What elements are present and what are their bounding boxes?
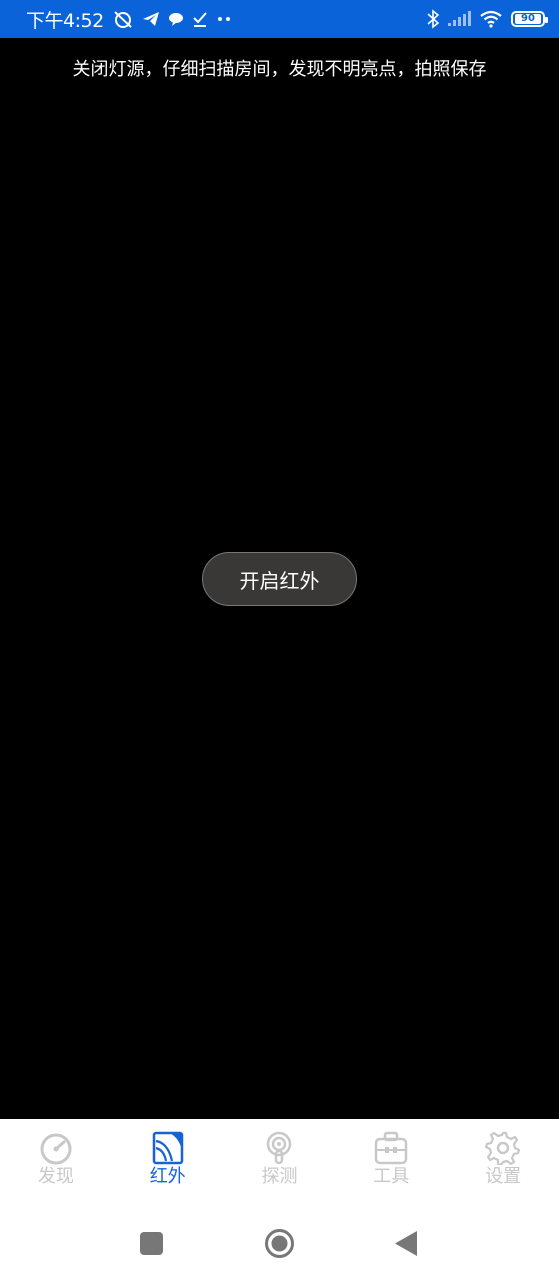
toolbox-icon xyxy=(375,1131,408,1165)
alarm-off-icon xyxy=(112,9,134,29)
nav-item-tools[interactable]: 工具 xyxy=(335,1119,447,1203)
nav-item-settings[interactable]: 设置 xyxy=(447,1119,559,1203)
gear-icon xyxy=(485,1131,521,1165)
nav-label-infrared: 红外 xyxy=(149,1166,186,1187)
recents-square-icon[interactable] xyxy=(140,1232,163,1255)
nav-label-tools: 工具 xyxy=(373,1166,410,1187)
notification-icons xyxy=(112,9,232,29)
chat-icon xyxy=(168,11,184,27)
nav-label-detect: 探测 xyxy=(261,1166,298,1187)
home-circle-icon[interactable] xyxy=(264,1228,295,1259)
back-triangle-icon[interactable] xyxy=(395,1231,417,1256)
nav-item-infrared[interactable]: 红外 xyxy=(112,1119,224,1203)
bluetooth-icon xyxy=(427,9,439,29)
enable-infrared-button[interactable]: 开启红外 xyxy=(202,552,357,606)
infrared-signal-icon xyxy=(152,1131,183,1165)
status-bar: 下午4:52 90 xyxy=(0,0,559,38)
radar-gauge-icon xyxy=(40,1133,72,1165)
nav-label-settings: 设置 xyxy=(485,1166,522,1187)
more-dots-icon xyxy=(216,16,232,22)
nav-label-discover: 发现 xyxy=(37,1166,74,1187)
bottom-nav: 发现 红外 探测 工具 设置 xyxy=(0,1119,559,1203)
nav-item-detect[interactable]: 探测 xyxy=(224,1119,336,1203)
nav-item-discover[interactable]: 发现 xyxy=(0,1119,112,1203)
status-left: 下午4:52 xyxy=(26,6,232,33)
system-nav-bar xyxy=(0,1203,559,1280)
signal-icon xyxy=(447,11,471,27)
battery-level: 90 xyxy=(515,14,541,24)
battery-icon: 90 xyxy=(511,11,548,27)
scan-hint-text: 关闭灯源，仔细扫描房间，发现不明亮点，拍照保存 xyxy=(72,59,487,80)
detector-icon xyxy=(267,1131,292,1165)
status-right: 90 xyxy=(427,9,548,29)
wifi-icon xyxy=(479,10,503,28)
status-time: 下午4:52 xyxy=(26,9,104,32)
task-done-icon xyxy=(192,11,208,27)
telegram-icon xyxy=(142,11,160,27)
